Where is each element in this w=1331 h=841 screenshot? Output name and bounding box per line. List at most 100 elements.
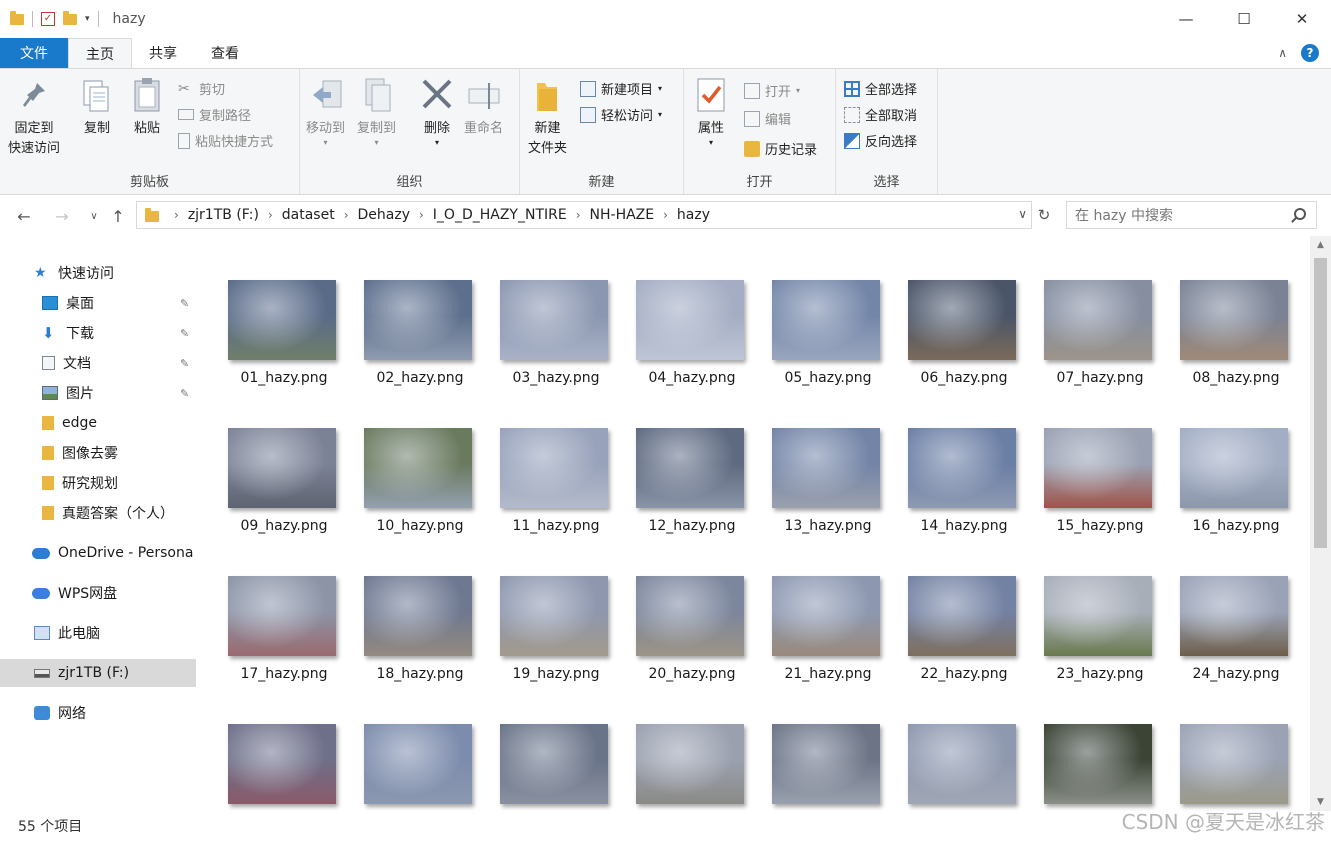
nav-drive[interactable]: zjr1TB (F:) [0,659,196,687]
nav-pictures[interactable]: 图片 ✎ [0,379,196,407]
pin-quick-access-button[interactable]: 固定到 快速访问 [8,75,60,159]
tab-file[interactable]: 文件 [0,38,68,68]
file-item[interactable] [878,680,1016,811]
file-item[interactable]: 16_hazy.png [1150,384,1288,534]
file-item[interactable]: 02_hazy.png [334,236,472,386]
tab-view[interactable]: 查看 [194,38,256,68]
file-item[interactable]: 12_hazy.png [606,384,744,534]
file-item[interactable]: 06_hazy.png [878,236,1016,386]
file-item[interactable]: 04_hazy.png [606,236,744,386]
file-item[interactable] [606,680,744,811]
file-item[interactable]: 09_hazy.png [198,384,336,534]
new-folder-button[interactable]: 新建 文件夹 [528,75,567,159]
file-item[interactable] [198,680,336,811]
customize-toolbar-icon[interactable]: ▾ [85,14,90,24]
vertical-scrollbar[interactable]: ▲ ▼ [1310,236,1331,811]
close-button[interactable]: ✕ [1273,0,1331,38]
file-item[interactable]: 22_hazy.png [878,532,1016,682]
nav-downloads[interactable]: ⬇ 下载 ✎ [0,319,196,347]
chevron-right-icon[interactable]: › [268,208,273,222]
nav-onedrive[interactable]: OneDrive - Persona [0,539,196,567]
file-item[interactable]: 03_hazy.png [470,236,608,386]
cut-button[interactable]: ✂ 剪切 [178,79,225,99]
refresh-icon[interactable]: ↻ [1034,205,1054,225]
open-button[interactable]: 打开 ▾ [744,81,800,100]
scroll-up-arrow-icon[interactable]: ▲ [1310,236,1331,254]
nav-research[interactable]: 研究规划 [0,469,196,497]
file-item[interactable]: 23_hazy.png [1014,532,1152,682]
tab-home[interactable]: 主页 [68,38,132,68]
nav-this-pc[interactable]: 此电脑 [0,619,196,647]
file-item[interactable]: 11_hazy.png [470,384,608,534]
file-item[interactable] [1014,680,1152,811]
file-item[interactable] [1150,680,1288,811]
file-item[interactable]: 20_hazy.png [606,532,744,682]
file-item[interactable]: 18_hazy.png [334,532,472,682]
nav-network[interactable]: 网络 [0,699,196,727]
properties-check-icon[interactable]: ✓ [41,12,55,26]
file-item[interactable]: 01_hazy.png [198,236,336,386]
nav-desktop[interactable]: 桌面 ✎ [0,289,196,317]
delete-button[interactable]: 删除 ▾ [420,75,454,147]
crumb-hazy[interactable]: hazy [677,207,710,223]
pin-icon[interactable]: ✎ [180,357,189,370]
pin-icon[interactable]: ✎ [180,387,189,400]
new-folder-icon[interactable] [63,10,77,25]
file-item[interactable]: 05_hazy.png [742,236,880,386]
history-button[interactable]: 历史记录 [744,139,817,158]
select-none-button[interactable]: 全部取消 [844,105,917,124]
pin-icon[interactable]: ✎ [180,297,189,310]
file-item[interactable]: 10_hazy.png [334,384,472,534]
paste-shortcut-button[interactable]: 粘贴快捷方式 [178,131,273,150]
scrollbar-thumb[interactable] [1314,258,1327,548]
new-item-button[interactable]: 新建项目 ▾ [580,79,662,98]
up-arrow-icon[interactable]: ↑ [106,204,130,228]
back-arrow-icon[interactable]: ← [12,204,36,228]
help-icon[interactable]: ? [1301,44,1319,62]
nav-answers[interactable]: 真题答案（个人） [0,499,196,527]
address-bar[interactable]: › zjr1TB (F:) › dataset › Dehazy › I_O_D… [136,201,1032,229]
file-item[interactable] [742,680,880,811]
nav-wps[interactable]: WPS网盘 [0,579,196,607]
collapse-ribbon-icon[interactable]: ∧ [1278,46,1287,60]
file-item[interactable]: 17_hazy.png [198,532,336,682]
chevron-right-icon[interactable]: › [576,208,581,222]
copy-path-button[interactable]: 复制路径 [178,105,251,124]
copy-button[interactable]: 复制 [80,75,114,139]
copy-to-button[interactable]: 复制到 ▾ [357,75,396,147]
file-item[interactable]: 21_hazy.png [742,532,880,682]
easy-access-button[interactable]: 轻松访问 ▾ [580,105,662,124]
chevron-right-icon[interactable]: › [419,208,424,222]
crumb-drive[interactable]: zjr1TB (F:) [188,207,259,223]
search-input[interactable]: 在 hazy 中搜索 [1066,201,1317,229]
properties-button[interactable]: 属性 ▾ [694,75,728,147]
crumb-dataset[interactable]: dataset [282,207,335,223]
crumb-dehazy[interactable]: Dehazy [358,207,410,223]
address-dropdown-chevron-icon[interactable]: ∨ [1018,207,1027,221]
nav-documents[interactable]: 文档 ✎ [0,349,196,377]
crumb-iodhazy[interactable]: I_O_D_HAZY_NTIRE [433,207,567,223]
file-item[interactable]: 13_hazy.png [742,384,880,534]
file-item[interactable]: 14_hazy.png [878,384,1016,534]
file-item[interactable] [334,680,472,811]
forward-arrow-icon[interactable]: → [50,204,74,228]
tab-share[interactable]: 共享 [132,38,194,68]
file-item[interactable]: 24_hazy.png [1150,532,1288,682]
chevron-right-icon[interactable]: › [663,208,668,222]
file-item[interactable]: 08_hazy.png [1150,236,1288,386]
maximize-button[interactable]: ☐ [1215,0,1273,38]
move-to-button[interactable]: 移动到 ▾ [306,75,345,147]
select-all-button[interactable]: 全部选择 [844,79,917,98]
paste-button[interactable]: 粘贴 [130,75,164,139]
rename-button[interactable]: 重命名 [464,75,503,139]
file-item[interactable]: 15_hazy.png [1014,384,1152,534]
crumb-nhhaze[interactable]: NH-HAZE [590,207,655,223]
nav-dehaze[interactable]: 图像去雾 [0,439,196,467]
file-item[interactable]: 07_hazy.png [1014,236,1152,386]
invert-selection-button[interactable]: 反向选择 [844,131,917,150]
recent-locations-chevron-icon[interactable]: ∨ [82,204,106,228]
minimize-button[interactable]: — [1157,0,1215,38]
file-item[interactable] [470,680,608,811]
file-item[interactable]: 19_hazy.png [470,532,608,682]
nav-edge[interactable]: edge [0,409,196,437]
